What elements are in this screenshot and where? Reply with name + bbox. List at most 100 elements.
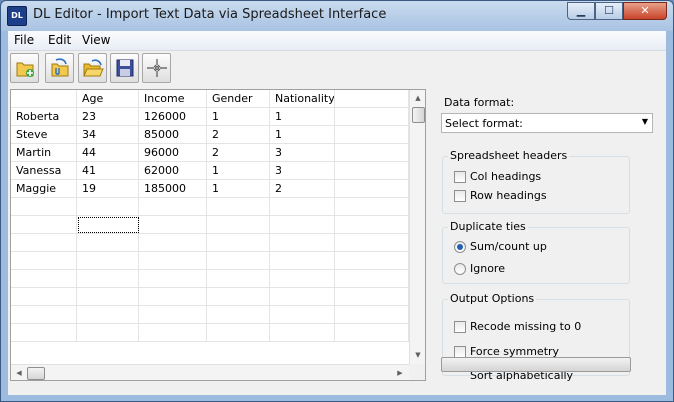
empty-cell[interactable] bbox=[270, 198, 335, 216]
empty-cell[interactable] bbox=[270, 324, 335, 342]
table-cell[interactable]: 44 bbox=[77, 144, 139, 162]
empty-cell[interactable] bbox=[207, 324, 270, 342]
menu-file[interactable]: File bbox=[14, 33, 34, 47]
new-file-button[interactable] bbox=[10, 53, 39, 83]
selected-cell[interactable] bbox=[78, 217, 139, 233]
empty-cell[interactable] bbox=[139, 270, 207, 288]
horizontal-scroll-thumb[interactable] bbox=[27, 367, 45, 380]
empty-cell[interactable] bbox=[335, 288, 409, 306]
table-cell[interactable]: 2 bbox=[270, 180, 335, 198]
empty-cell[interactable] bbox=[335, 198, 409, 216]
data-format-select[interactable]: Select format: ▼ bbox=[441, 113, 653, 133]
maximize-button[interactable]: ☐ bbox=[595, 2, 623, 20]
row-headings-checkbox[interactable] bbox=[454, 190, 466, 202]
empty-cell[interactable] bbox=[207, 216, 270, 234]
empty-cell[interactable] bbox=[139, 324, 207, 342]
empty-cell[interactable] bbox=[11, 252, 77, 270]
table-cell[interactable]: Martin bbox=[11, 144, 77, 162]
table-cell[interactable]: 185000 bbox=[139, 180, 207, 198]
empty-cell[interactable] bbox=[335, 234, 409, 252]
menu-edit[interactable]: Edit bbox=[48, 33, 71, 47]
table-cell[interactable]: 23 bbox=[77, 108, 139, 126]
table-cell[interactable]: Maggie bbox=[11, 180, 77, 198]
empty-cell[interactable] bbox=[270, 216, 335, 234]
empty-cell[interactable] bbox=[335, 252, 409, 270]
empty-cell[interactable] bbox=[207, 234, 270, 252]
empty-cell[interactable] bbox=[11, 216, 77, 234]
empty-cell[interactable] bbox=[139, 306, 207, 324]
empty-cell[interactable] bbox=[11, 306, 77, 324]
empty-cell[interactable] bbox=[139, 234, 207, 252]
column-header[interactable] bbox=[11, 90, 77, 108]
table-cell[interactable]: 1 bbox=[207, 162, 270, 180]
table-cell[interactable]: Steve bbox=[11, 126, 77, 144]
scroll-down-icon[interactable]: ▼ bbox=[410, 348, 425, 362]
empty-cell[interactable] bbox=[11, 288, 77, 306]
empty-cell[interactable] bbox=[139, 252, 207, 270]
empty-cell[interactable] bbox=[207, 252, 270, 270]
empty-cell[interactable] bbox=[139, 288, 207, 306]
table-cell[interactable]: 1 bbox=[270, 126, 335, 144]
column-header[interactable]: Gender bbox=[207, 90, 270, 108]
empty-cell[interactable] bbox=[77, 288, 139, 306]
empty-cell[interactable] bbox=[207, 288, 270, 306]
table-cell[interactable]: 41 bbox=[77, 162, 139, 180]
empty-cell[interactable] bbox=[77, 306, 139, 324]
menu-view[interactable]: View bbox=[82, 33, 110, 47]
ignore-radio[interactable] bbox=[454, 263, 466, 275]
empty-cell[interactable] bbox=[139, 216, 207, 234]
table-cell[interactable]: 126000 bbox=[139, 108, 207, 126]
empty-cell[interactable] bbox=[270, 270, 335, 288]
table-cell[interactable]: 85000 bbox=[139, 126, 207, 144]
minimize-button[interactable]: ▁ bbox=[567, 2, 595, 20]
table-cell[interactable]: Vanessa bbox=[11, 162, 77, 180]
table-cell[interactable]: 34 bbox=[77, 126, 139, 144]
empty-cell[interactable] bbox=[270, 288, 335, 306]
table-cell[interactable]: 1 bbox=[270, 108, 335, 126]
table-cell[interactable] bbox=[335, 162, 409, 180]
empty-cell[interactable] bbox=[77, 324, 139, 342]
import-button[interactable] bbox=[45, 53, 74, 83]
options-scrollbar[interactable] bbox=[441, 357, 631, 372]
empty-cell[interactable] bbox=[207, 198, 270, 216]
scroll-left-icon[interactable]: ◀ bbox=[11, 366, 27, 380]
table-cell[interactable]: 62000 bbox=[139, 162, 207, 180]
column-header[interactable] bbox=[335, 90, 409, 108]
table-cell[interactable]: 1 bbox=[207, 108, 270, 126]
table-cell[interactable] bbox=[335, 180, 409, 198]
vertical-scrollbar[interactable]: ▲ ▼ bbox=[409, 90, 425, 364]
table-cell[interactable]: 96000 bbox=[139, 144, 207, 162]
empty-cell[interactable] bbox=[335, 216, 409, 234]
empty-cell[interactable] bbox=[335, 306, 409, 324]
table-cell[interactable] bbox=[335, 126, 409, 144]
column-header[interactable]: Nationality bbox=[270, 90, 335, 108]
table-cell[interactable]: Roberta bbox=[11, 108, 77, 126]
table-cell[interactable] bbox=[335, 144, 409, 162]
spreadsheet-grid[interactable]: Age Income Gender Nationality Roberta 23 12600… bbox=[10, 89, 426, 381]
open-folder-button[interactable] bbox=[78, 53, 107, 83]
empty-cell[interactable] bbox=[77, 252, 139, 270]
empty-cell[interactable] bbox=[270, 306, 335, 324]
empty-cell[interactable] bbox=[11, 324, 77, 342]
empty-cell[interactable] bbox=[207, 306, 270, 324]
scroll-up-icon[interactable]: ▲ bbox=[410, 91, 425, 105]
empty-cell[interactable] bbox=[77, 198, 139, 216]
title-bar[interactable]: DL DL Editor - Import Text Data via Spre… bbox=[1, 1, 673, 31]
empty-cell[interactable] bbox=[11, 270, 77, 288]
empty-cell[interactable] bbox=[270, 234, 335, 252]
empty-cell[interactable] bbox=[77, 234, 139, 252]
vertical-scroll-thumb[interactable] bbox=[412, 107, 425, 123]
close-button[interactable]: ✕ bbox=[623, 2, 667, 20]
empty-cell[interactable] bbox=[77, 270, 139, 288]
table-cell[interactable]: 19 bbox=[77, 180, 139, 198]
table-cell[interactable]: 1 bbox=[207, 180, 270, 198]
empty-cell[interactable] bbox=[207, 270, 270, 288]
merge-button[interactable] bbox=[142, 53, 171, 83]
horizontal-scrollbar[interactable]: ◀ ▶ bbox=[11, 364, 409, 380]
sum-count-radio[interactable] bbox=[454, 241, 466, 253]
empty-cell[interactable] bbox=[11, 234, 77, 252]
table-cell[interactable] bbox=[335, 108, 409, 126]
column-header[interactable]: Income bbox=[139, 90, 207, 108]
column-header[interactable]: Age bbox=[77, 90, 139, 108]
scroll-right-icon[interactable]: ▶ bbox=[392, 366, 408, 380]
